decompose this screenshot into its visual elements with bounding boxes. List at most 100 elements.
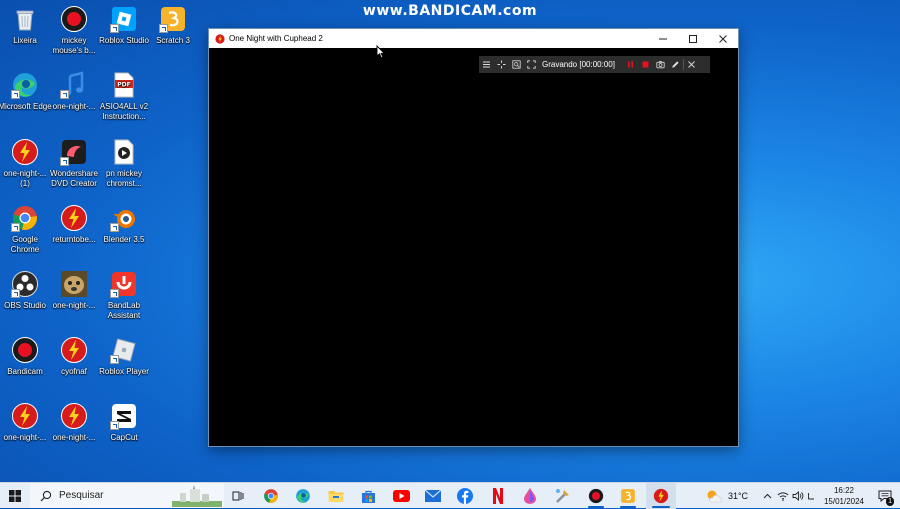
screenshot-button[interactable] bbox=[653, 56, 668, 73]
taskbar: Pesquisar 31°C 16:22 15/01/2024 1 bbox=[0, 482, 900, 509]
desktop-icon-label: Roblox Player bbox=[99, 367, 149, 376]
search-placeholder: Pesquisar bbox=[59, 490, 104, 501]
volume-button[interactable] bbox=[791, 483, 805, 509]
desktop-icon-label: Bandicam bbox=[7, 367, 43, 376]
task-view-button[interactable] bbox=[226, 483, 250, 509]
recycle-bin-icon bbox=[11, 5, 39, 33]
desktop-icon-roblox-studio[interactable]: Roblox Studio bbox=[97, 5, 151, 46]
taskbar-bandicam[interactable] bbox=[582, 483, 610, 509]
start-button[interactable] bbox=[0, 483, 30, 509]
game-window[interactable]: One Night with Cuphead 2 bbox=[209, 29, 738, 446]
bandicam-close-button[interactable] bbox=[684, 56, 699, 73]
taskbar-facebook[interactable] bbox=[452, 483, 478, 509]
clock-time: 16:22 bbox=[833, 486, 855, 495]
draw-button[interactable] bbox=[668, 56, 683, 73]
notifications-button[interactable]: 1 bbox=[874, 483, 896, 509]
folder-icon bbox=[328, 491, 344, 502]
desktop-icon-obs-studio[interactable]: OBS Studio bbox=[0, 270, 52, 311]
scratch-icon bbox=[159, 5, 187, 33]
desktop-icon-bandicam[interactable]: Bandicam bbox=[0, 336, 52, 377]
wondershare-icon bbox=[60, 138, 88, 166]
bandicam-search-window-button[interactable] bbox=[509, 56, 524, 73]
taskbar-paint-app[interactable] bbox=[517, 483, 543, 509]
bandicam-fullscreen-button[interactable] bbox=[524, 56, 539, 73]
desktop-icon-label: Lixeira bbox=[13, 36, 37, 45]
desktop-icon-one-night-3[interactable]: one-night-... bbox=[47, 270, 101, 311]
desktop-icon-label: returntobe... bbox=[52, 235, 96, 244]
desktop-icon-one-night-1[interactable]: one-night-... (1) bbox=[0, 138, 52, 188]
desktop-icon-label: one-night-... bbox=[3, 433, 47, 442]
speaker-icon bbox=[792, 491, 804, 501]
windows-logo-icon bbox=[9, 490, 21, 502]
desktop-icon-label: OBS Studio bbox=[4, 301, 46, 310]
taskbar-scratch[interactable] bbox=[614, 483, 642, 509]
chrome-icon bbox=[11, 204, 39, 232]
taskbar-file-explorer[interactable] bbox=[323, 483, 349, 509]
desktop-icon-bandlab[interactable]: BandLab Assistant bbox=[97, 270, 151, 320]
close-button[interactable] bbox=[708, 29, 738, 48]
desktop-icon-recycle-bin[interactable]: Lixeira bbox=[0, 5, 52, 46]
menu-icon bbox=[483, 61, 490, 68]
taskbar-microsoft-store[interactable] bbox=[355, 483, 381, 509]
taskbar-netflix[interactable] bbox=[485, 483, 511, 509]
desktop-icon-roblox-player[interactable]: Roblox Player bbox=[97, 336, 151, 377]
desktop-icon-returntobe[interactable]: returntobe... bbox=[47, 204, 101, 245]
desktop-icon-one-night-2[interactable]: one-night-... bbox=[47, 71, 101, 112]
desktop-icon-label: cyofnaf bbox=[61, 367, 87, 376]
desktop-icon-scratch[interactable]: Scratch 3 bbox=[146, 5, 200, 46]
youtube-icon bbox=[392, 490, 410, 502]
bandicam-menu-button[interactable] bbox=[479, 56, 494, 73]
stop-recording-button[interactable] bbox=[638, 56, 653, 73]
game-app-icon bbox=[215, 33, 225, 44]
game-viewport[interactable] bbox=[209, 48, 738, 446]
paint-drop-icon bbox=[524, 488, 536, 504]
taskbar-mail[interactable] bbox=[420, 483, 446, 509]
taskbar-edge[interactable] bbox=[290, 483, 316, 509]
desktop-icon-capcut[interactable]: CapCut bbox=[97, 402, 151, 443]
roblox-studio-icon bbox=[110, 5, 138, 33]
taskbar-youtube[interactable] bbox=[388, 483, 414, 509]
bandicam-icon bbox=[588, 488, 604, 504]
maximize-button[interactable] bbox=[678, 29, 708, 48]
bandicam-crosshair-button[interactable] bbox=[494, 56, 509, 73]
desktop-icon-label: one-night-... (1) bbox=[3, 169, 47, 188]
desktop-icon-google-chrome[interactable]: Google Chrome bbox=[0, 204, 52, 254]
taskbar-chrome[interactable] bbox=[258, 483, 284, 509]
minimize-button[interactable] bbox=[648, 29, 678, 48]
desktop-icon-asio4all[interactable]: PDF ASIO4ALL v2 Instruction... bbox=[97, 71, 151, 121]
desktop-icon-blender[interactable]: Blender 3.5 bbox=[97, 204, 151, 245]
window-title: One Night with Cuphead 2 bbox=[229, 34, 323, 43]
taskbar-search-box[interactable]: Pesquisar bbox=[30, 483, 224, 508]
desktop-icon-label: Wondershare DVD Creator bbox=[50, 169, 98, 188]
show-hidden-icons-button[interactable] bbox=[760, 483, 774, 509]
obs-icon bbox=[11, 270, 39, 298]
crosshair-icon bbox=[497, 60, 506, 69]
pause-recording-button[interactable] bbox=[623, 56, 638, 73]
close-icon bbox=[719, 34, 727, 43]
desktop-icon-cyofnaf[interactable]: cyofnaf bbox=[47, 336, 101, 377]
taskbar-tool-app[interactable] bbox=[550, 483, 576, 509]
desktop-icon-one-night-5[interactable]: one-night-... bbox=[47, 402, 101, 443]
desktop-icon-pn-mickey[interactable]: pn mickey chromst... bbox=[97, 138, 151, 188]
dog-image-icon bbox=[60, 270, 88, 298]
maximize-icon bbox=[689, 34, 697, 43]
desktop-icon-microsoft-edge[interactable]: Microsoft Edge bbox=[0, 71, 52, 112]
chrome-icon bbox=[264, 489, 278, 503]
desktop-icon-mickey-mouse[interactable]: mickey mouse's b... bbox=[47, 5, 101, 55]
search-icon bbox=[40, 490, 52, 501]
tool-icon bbox=[556, 489, 569, 503]
window-titlebar[interactable]: One Night with Cuphead 2 bbox=[209, 29, 738, 48]
music-file-icon bbox=[60, 71, 88, 99]
taskbar-clock[interactable]: 16:22 15/01/2024 bbox=[815, 485, 873, 507]
weather-widget[interactable]: 31°C bbox=[702, 483, 752, 509]
desktop-icon-label: Microsoft Edge bbox=[0, 102, 52, 111]
desktop-icon-label: one-night-... bbox=[52, 301, 96, 310]
desktop-icon-one-night-4[interactable]: one-night-... bbox=[0, 402, 52, 443]
desktop-icon-wondershare[interactable]: Wondershare DVD Creator bbox=[47, 138, 101, 188]
clock-date: 15/01/2024 bbox=[823, 497, 865, 506]
bandicam-icon bbox=[11, 336, 39, 364]
taskbar-game[interactable] bbox=[646, 483, 676, 509]
network-button[interactable] bbox=[776, 483, 790, 509]
desktop-icon-label: one-night-... bbox=[52, 102, 96, 111]
desktop-icon-label: Google Chrome bbox=[10, 235, 40, 254]
